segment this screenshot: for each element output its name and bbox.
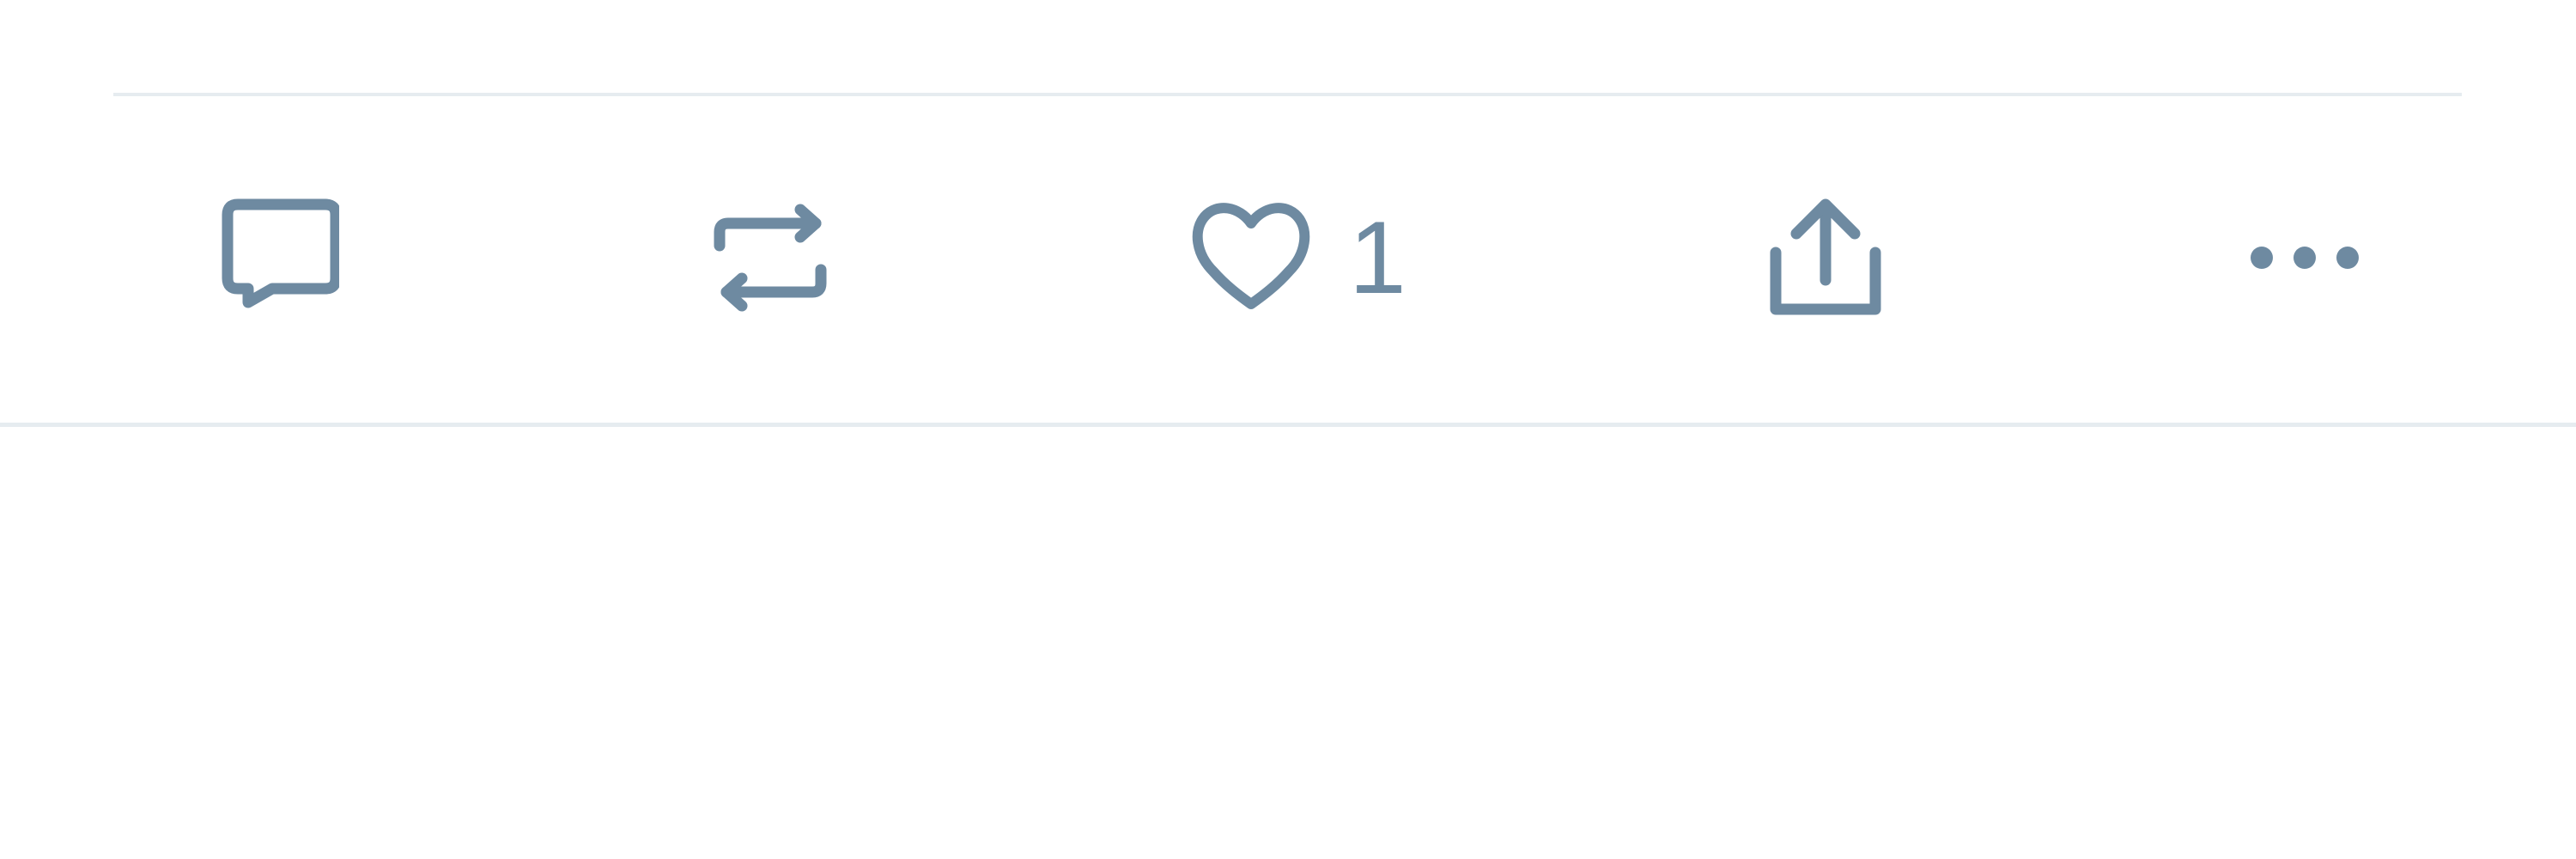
share-icon [1769, 198, 1889, 318]
heart-icon [1191, 198, 1311, 318]
share-button[interactable] [1769, 198, 1927, 318]
reply-button[interactable] [219, 198, 377, 318]
like-count: 1 [1349, 200, 1406, 315]
retweet-icon [711, 198, 831, 318]
reply-icon [219, 198, 339, 318]
tweet-action-bar: 1 [0, 96, 2576, 423]
bottom-divider [0, 423, 2576, 427]
like-button[interactable]: 1 [1191, 198, 1406, 318]
retweet-button[interactable] [711, 198, 869, 318]
more-icon [2245, 198, 2365, 318]
more-button[interactable] [2245, 198, 2365, 318]
